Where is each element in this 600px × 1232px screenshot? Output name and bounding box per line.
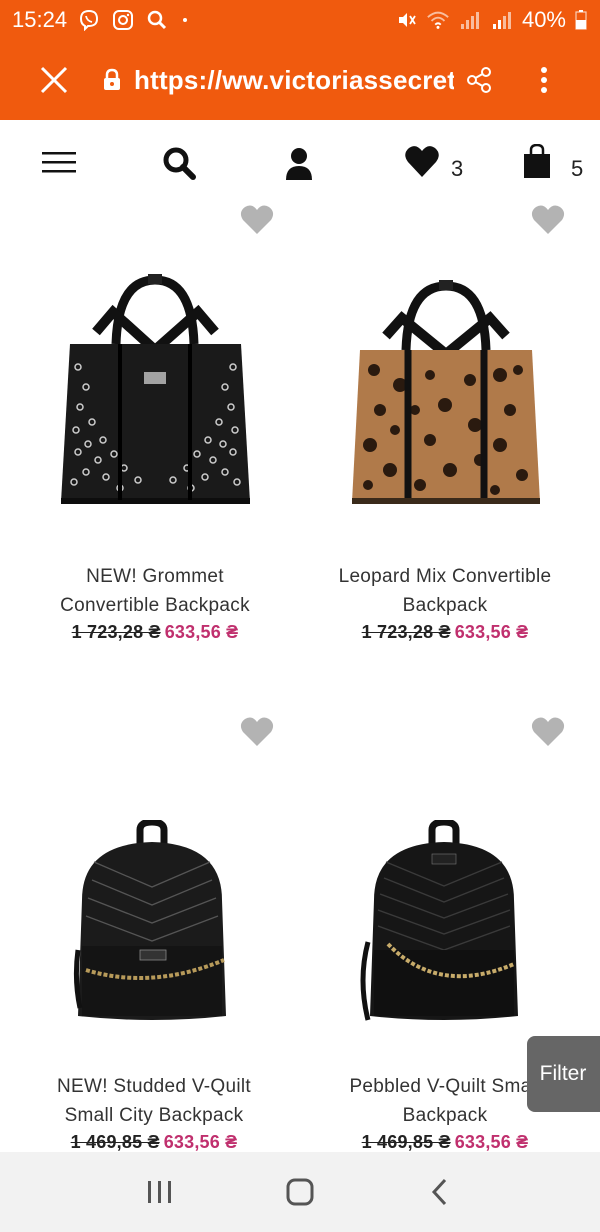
more-icon[interactable] (534, 65, 554, 95)
product-image[interactable] (358, 818, 524, 1031)
signal-icon (490, 8, 514, 32)
filter-button[interactable]: Filter (527, 1036, 600, 1112)
product-name-line2[interactable]: Convertible Backpack (10, 591, 300, 620)
old-price: 1 723,28 ₴ (361, 622, 451, 642)
wishlist-heart-icon[interactable] (240, 204, 274, 234)
menu-icon[interactable] (42, 150, 78, 176)
product-image[interactable] (58, 272, 253, 517)
product-card[interactable]: NEW! Studded V-Quilt Small City Backpack… (9, 1072, 299, 1153)
status-bar: 15:24 40% (0, 0, 600, 40)
bag-icon[interactable] (522, 144, 552, 180)
back-icon[interactable] (420, 1172, 460, 1212)
sale-price: 633,56 ₴ (164, 622, 239, 642)
heart-icon[interactable] (404, 144, 440, 178)
viber-icon (77, 8, 101, 32)
product-card[interactable]: Leopard Mix Convertible Backpack 1 723,2… (300, 562, 590, 643)
product-image[interactable] (350, 280, 542, 517)
sale-price: 633,56 ₴ (163, 1132, 238, 1152)
old-price: 1 469,85 ₴ (361, 1132, 451, 1152)
product-price: 1 723,28 ₴ 633,56 ₴ (10, 622, 300, 643)
sale-price: 633,56 ₴ (454, 622, 529, 642)
wifi-icon (426, 8, 450, 32)
battery-icon (574, 8, 588, 32)
search-icon[interactable] (162, 146, 198, 182)
notification-dot-icon (183, 18, 188, 22)
recent-apps-icon[interactable] (140, 1172, 180, 1212)
wishlist-heart-icon[interactable] (240, 716, 274, 746)
status-right: 40% (394, 7, 588, 33)
url-field[interactable]: https://ww.victoriassecret.... (134, 65, 454, 96)
lock-icon (102, 68, 122, 92)
product-name-line1[interactable]: NEW! Studded V-Quilt (9, 1072, 299, 1101)
browser-toolbar: https://ww.victoriassecret.... (0, 40, 600, 120)
status-time: 15:24 (12, 7, 68, 32)
bag-count: 5 (571, 156, 584, 181)
wishlist-heart-icon[interactable] (531, 204, 565, 234)
site-header: 3 5 (0, 120, 600, 208)
wishlist-count: 3 (451, 156, 464, 181)
old-price: 1 723,28 ₴ (71, 622, 161, 642)
product-price: 1 469,85 ₴ 633,56 ₴ (9, 1132, 299, 1153)
wishlist-heart-icon[interactable] (531, 716, 565, 746)
product-name-line1[interactable]: Leopard Mix Convertible (300, 562, 590, 591)
product-name-line1[interactable]: NEW! Grommet (10, 562, 300, 591)
old-price: 1 469,85 ₴ (70, 1132, 160, 1152)
product-name-line2[interactable]: Backpack (300, 591, 590, 620)
signal-icon (458, 8, 482, 32)
sale-price: 633,56 ₴ (454, 1132, 529, 1152)
product-price: 1 723,28 ₴ 633,56 ₴ (300, 622, 590, 643)
search-icon (145, 8, 169, 32)
product-image[interactable] (72, 818, 232, 1031)
close-icon[interactable] (34, 60, 74, 100)
battery-percent: 40% (521, 7, 566, 32)
product-card[interactable]: NEW! Grommet Convertible Backpack 1 723,… (10, 562, 300, 643)
product-price: 1 469,85 ₴ 633,56 ₴ (300, 1132, 590, 1153)
mute-icon (394, 8, 418, 32)
account-icon[interactable] (284, 146, 314, 182)
status-left: 15:24 (12, 7, 188, 33)
home-icon[interactable] (280, 1172, 320, 1212)
instagram-icon (111, 8, 135, 32)
share-icon[interactable] (464, 65, 494, 95)
product-name-line2[interactable]: Small City Backpack (9, 1101, 299, 1130)
system-nav-bar (0, 1152, 600, 1232)
